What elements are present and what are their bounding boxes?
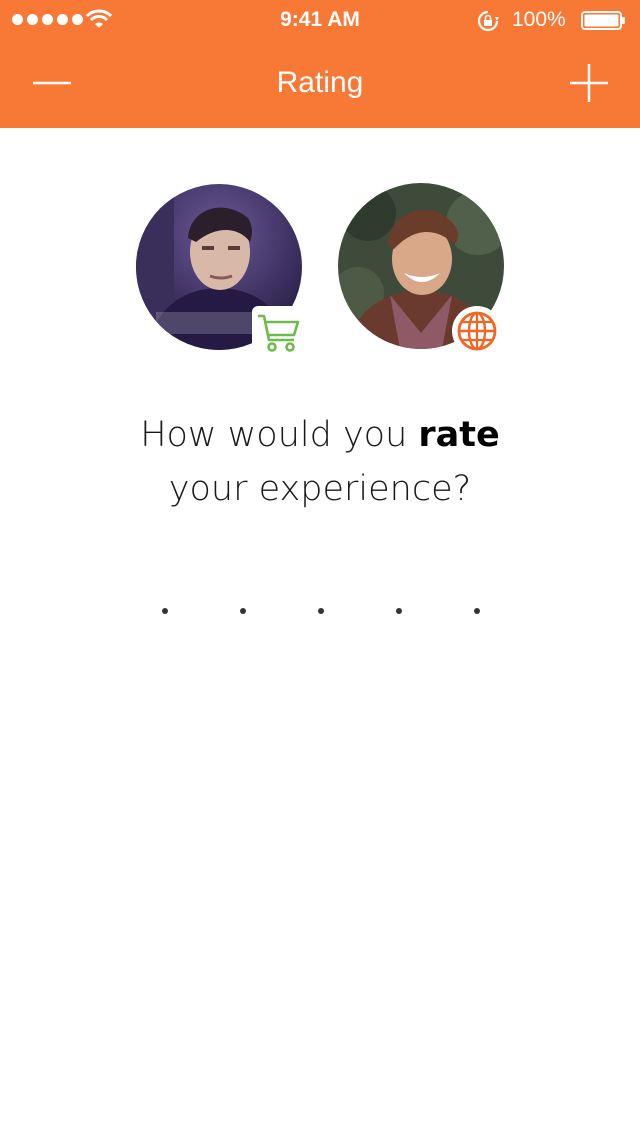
globe-icon xyxy=(457,311,497,351)
rating-dot-2[interactable] xyxy=(240,608,246,614)
battery-icon xyxy=(581,11,625,30)
shopping-cart-icon xyxy=(258,314,300,352)
plus-icon[interactable] xyxy=(570,64,608,102)
cart-badge xyxy=(252,306,302,356)
question-line2: your experience? xyxy=(168,469,472,509)
battery-percent: 100% xyxy=(512,8,566,31)
rating-dot-4[interactable] xyxy=(396,608,402,614)
question-prefix: How would you xyxy=(140,415,419,455)
question-emphasis: rate xyxy=(418,415,500,455)
rating-dots xyxy=(0,608,640,618)
rating-dot-3[interactable] xyxy=(318,608,324,614)
rating-question: How would you rate your experience? xyxy=(0,408,640,516)
globe-badge xyxy=(452,306,502,356)
rotation-lock-icon xyxy=(477,10,499,32)
status-bar: 9:41 AM 100% xyxy=(0,0,640,40)
page-title: Rating xyxy=(276,66,364,99)
rating-dot-5[interactable] xyxy=(474,608,480,614)
header-bar: 9:41 AM 100% Rating xyxy=(0,0,640,128)
rating-dot-1[interactable] xyxy=(162,608,168,614)
